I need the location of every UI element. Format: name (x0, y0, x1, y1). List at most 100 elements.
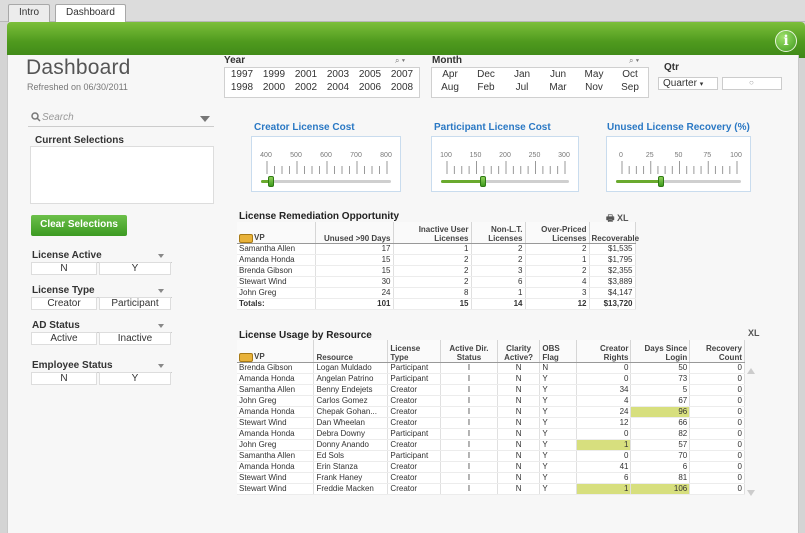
search-input[interactable]: Search (28, 109, 214, 127)
slider-thumb[interactable] (658, 176, 664, 187)
listbox-value[interactable]: N (31, 372, 97, 385)
year-option[interactable]: 2006 (353, 82, 387, 93)
year-option[interactable]: 2007 (385, 69, 419, 80)
scroll-up-icon[interactable] (747, 368, 755, 374)
table-row[interactable]: Samantha Allen Ed Sols Participant I N Y 0 70 0 (237, 450, 745, 462)
chevron-down-icon[interactable] (158, 254, 164, 258)
table-row[interactable]: Stewart Wind Dan Wheelan Creator I N Y 12 66 0 (237, 417, 745, 429)
table-cell: John Greg (237, 439, 315, 451)
slider-thumb[interactable] (480, 176, 487, 187)
table-row[interactable]: Amanda Honda Angelan Patrino Participant I N… (237, 373, 745, 385)
table-cell: 2 (393, 276, 472, 288)
table-cell: 2 (471, 243, 526, 255)
table-row[interactable]: Amanda Honda 15 2 2 1 $1,795 (237, 254, 636, 266)
column-header[interactable]: Unused >90 Days (315, 222, 394, 244)
year-option[interactable]: 1999 (257, 69, 291, 80)
listbox-value[interactable]: Y (99, 262, 171, 275)
year-option[interactable]: 1997 (225, 69, 259, 80)
table-row[interactable]: Samantha Allen Benny Endejets Creator I N Y 34… (237, 384, 745, 396)
month-option[interactable]: Jul (504, 82, 540, 93)
clear-selections-button[interactable]: Clear Selections (31, 215, 127, 236)
month-option[interactable]: Aug (432, 82, 468, 93)
slider-tick-label: 100 (730, 152, 742, 159)
table-row[interactable]: John Greg 24 8 1 3 $4,147 (237, 287, 636, 299)
info-icon[interactable]: i (775, 30, 797, 52)
table-row[interactable]: Stewart Wind Freddie Macken Creator I N Y 1 106… (237, 483, 745, 495)
listbox-value[interactable]: Participant (99, 297, 171, 310)
month-option[interactable]: Oct (612, 69, 648, 80)
scroll-down-icon[interactable] (747, 490, 755, 496)
year-option[interactable]: 2002 (289, 82, 323, 93)
month-option[interactable]: Feb (468, 82, 504, 93)
table-cell: 0 (689, 406, 745, 418)
vp-cycle-icon[interactable] (239, 352, 253, 362)
month-option[interactable]: Jan (504, 69, 540, 80)
column-header[interactable]: Inactive User Licenses (393, 222, 472, 244)
column-header[interactable]: Resource (313, 340, 389, 363)
slider-track[interactable] (261, 180, 391, 183)
table-row[interactable]: Stewart Wind 30 2 6 4 $3,889 (237, 276, 636, 288)
column-header[interactable]: Non-L.T. Licenses (471, 222, 526, 244)
column-header[interactable]: Clarity Active? (497, 340, 541, 363)
table-cell: 2 (393, 254, 472, 266)
year-filter-controls-icon[interactable]: ⌕ ▾ (395, 56, 405, 66)
table-row[interactable]: Samantha Allen 17 1 2 2 $1,535 (237, 243, 636, 255)
quarter-field[interactable]: ○ (722, 77, 782, 90)
search-dropdown-icon[interactable] (200, 116, 210, 122)
year-option[interactable]: 2003 (321, 69, 355, 80)
listbox-value[interactable]: Creator (31, 297, 97, 310)
table-row[interactable]: Amanda Honda Chepak Gohan... Creator I N Y 24 9… (237, 406, 745, 418)
chevron-down-icon[interactable] (158, 324, 164, 328)
table-row[interactable]: John Greg Carlos Gomez Creator I N Y 4 67 0 (237, 395, 745, 407)
month-option[interactable]: Apr (432, 69, 468, 80)
listbox-value[interactable]: Active (31, 332, 97, 345)
month-option[interactable]: Sep (612, 82, 648, 93)
tab-dashboard[interactable]: Dashboard (55, 4, 126, 23)
year-option[interactable]: 2004 (321, 82, 355, 93)
column-header[interactable]: License Type (387, 340, 442, 363)
column-header[interactable]: Recovery Count (689, 340, 745, 363)
year-option[interactable]: 2005 (353, 69, 387, 80)
listbox-value[interactable]: N (31, 262, 97, 275)
slider-fill (616, 180, 661, 183)
month-option[interactable]: Nov (576, 82, 612, 93)
year-option[interactable]: 2008 (385, 82, 419, 93)
year-option[interactable]: 2001 (289, 69, 323, 80)
column-header[interactable]: Active Dir. Status (440, 340, 498, 363)
table-row[interactable]: Amanda Honda Debra Downy Participant I N Y 0 82… (237, 428, 745, 440)
column-header[interactable]: VP (237, 222, 316, 244)
column-header[interactable]: VP (237, 340, 315, 363)
listbox-value[interactable]: Y (99, 372, 171, 385)
tab-intro[interactable]: Intro (8, 4, 51, 22)
month-option[interactable]: Dec (468, 69, 504, 80)
column-header[interactable]: Creator Rights (576, 340, 632, 363)
month-option[interactable]: Mar (540, 82, 576, 93)
table-row[interactable]: Brenda Gibson Logan Muldado Participant I N N… (237, 362, 745, 374)
column-header[interactable]: Recoverable (589, 222, 639, 244)
chevron-down-icon[interactable] (158, 364, 164, 368)
year-option[interactable]: 1998 (225, 82, 259, 93)
listbox-value[interactable]: Inactive (99, 332, 171, 345)
table-cell: Dan Wheelan (313, 417, 389, 429)
table-row[interactable]: Amanda Honda Erin Stanza Creator I N Y 41 6 0 (237, 461, 745, 473)
table-cell: Stewart Wind (237, 276, 316, 288)
usage-scrollbar[interactable] (747, 360, 755, 500)
column-header[interactable]: Days Since Login (630, 340, 691, 363)
month-filter-controls-icon[interactable]: ⌕ ▾ (629, 56, 639, 66)
table-cell: $1,535 (589, 243, 636, 255)
table-cell: 0 (689, 384, 745, 396)
chevron-down-icon[interactable] (158, 289, 164, 293)
year-option[interactable]: 2000 (257, 82, 291, 93)
table-row[interactable]: Brenda Gibson 15 2 3 2 $2,355 (237, 265, 636, 277)
month-option[interactable]: Jun (540, 69, 576, 80)
table-row[interactable]: John Greg Donny Anando Creator I N Y 1 57 0 (237, 439, 745, 451)
vp-cycle-icon[interactable] (239, 233, 253, 243)
usage-export-icon[interactable]: XL (748, 328, 760, 338)
slider-thumb[interactable] (268, 176, 275, 187)
listbox-label: AD Status (32, 320, 80, 331)
column-header[interactable]: Over-Priced Licenses (525, 222, 590, 244)
quarter-select[interactable]: Quarter ▾ (658, 77, 718, 90)
table-row[interactable]: Stewart Wind Frank Haney Creator I N Y 6 81 0 (237, 472, 745, 484)
column-header[interactable]: OBS Flag (539, 340, 577, 363)
month-option[interactable]: May (576, 69, 612, 80)
